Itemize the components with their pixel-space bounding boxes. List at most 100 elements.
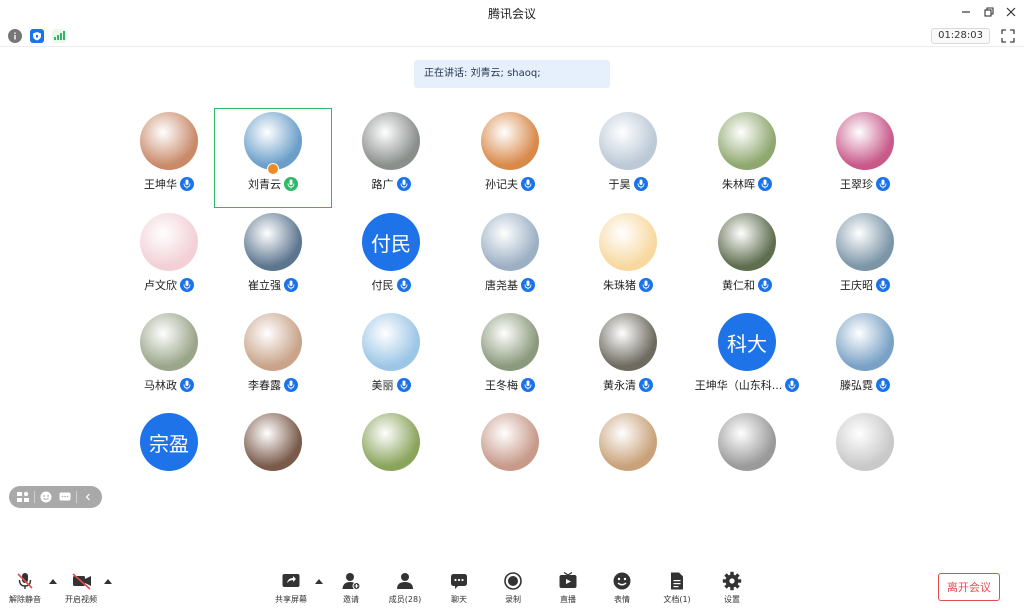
participant-name-row: 黄永清 xyxy=(569,377,687,393)
mic-icon xyxy=(785,378,800,392)
participant-name: 王翠珍 xyxy=(840,178,873,191)
participant-tile[interactable]: 黄仁和 xyxy=(688,209,806,309)
avatar xyxy=(836,213,894,271)
participant-tile[interactable] xyxy=(451,409,569,509)
mic-icon xyxy=(876,177,890,191)
participant-tile[interactable]: 孙记夫 xyxy=(451,108,569,208)
participant-name: 王庆昭 xyxy=(840,279,873,292)
participant-name-row: 于昊 xyxy=(569,176,687,192)
avatar xyxy=(140,112,198,170)
floating-view-toolbar xyxy=(9,486,102,508)
participant-name: 崔立强 xyxy=(248,279,281,292)
participant-tile[interactable]: 王坤华 xyxy=(110,108,228,208)
emoji-icon[interactable] xyxy=(38,489,54,505)
participant-tile[interactable]: 朱林晖 xyxy=(688,108,806,208)
participant-tile[interactable]: 于昊 xyxy=(569,108,687,208)
participant-tile[interactable] xyxy=(806,409,924,509)
layout-grid-icon[interactable] xyxy=(15,489,31,505)
settings-button[interactable]: 设置 xyxy=(709,571,755,607)
participant-name: 黄仁和 xyxy=(722,279,755,292)
speaking-mic-icon xyxy=(284,177,298,191)
fullscreen-icon[interactable] xyxy=(1000,28,1016,44)
live-stream-button[interactable]: 直播 xyxy=(545,571,591,607)
participant-tile[interactable] xyxy=(569,409,687,509)
avatar-initials: 付民 xyxy=(371,231,411,256)
participant-tile[interactable]: 朱珠猪 xyxy=(569,209,687,309)
participant-name: 美丽 xyxy=(371,379,394,392)
participant-tile[interactable]: 王冬梅 xyxy=(451,309,569,409)
leave-meeting-button[interactable]: 离开会议 xyxy=(938,573,1000,601)
participant-name: 黄永清 xyxy=(603,379,636,392)
avatar xyxy=(362,112,420,170)
avatar xyxy=(718,413,776,471)
participant-tile[interactable]: 唐尧基 xyxy=(451,209,569,309)
avatar xyxy=(599,213,657,271)
share-screen-button[interactable]: 共享屏幕 xyxy=(268,571,314,607)
live-stream-icon xyxy=(558,571,578,591)
window-title: 腾讯会议 xyxy=(487,7,536,21)
close-icon[interactable] xyxy=(1003,4,1019,20)
participant-tile[interactable]: 美丽 xyxy=(332,309,450,409)
participant-name: 李春露 xyxy=(248,379,281,392)
participant-tile[interactable]: 崔立强 xyxy=(214,209,332,309)
participant-tile[interactable]: 宗盈 xyxy=(110,409,228,509)
record-button[interactable]: 录制 xyxy=(490,571,536,607)
participant-name: 王坤华（山东科... xyxy=(694,379,783,392)
participant-name-row: 唐尧基 xyxy=(451,277,569,293)
chat-button[interactable]: 聊天 xyxy=(436,571,482,607)
chat-bubble-icon[interactable] xyxy=(57,489,73,505)
video-options-caret-icon[interactable] xyxy=(103,577,113,585)
participant-tile[interactable]: 卢文欣 xyxy=(110,209,228,309)
participant-tile[interactable]: 王庆昭 xyxy=(806,209,924,309)
avatar xyxy=(599,413,657,471)
participant-tile[interactable]: 路广 xyxy=(332,108,450,208)
minimize-icon[interactable] xyxy=(958,4,974,20)
members-button[interactable]: 成员(28) xyxy=(382,571,428,607)
collapse-chevron-icon[interactable] xyxy=(80,489,96,505)
video-off-icon xyxy=(71,571,91,591)
emoji-button[interactable]: 表情 xyxy=(599,571,645,607)
participant-name: 朱珠猪 xyxy=(603,279,636,292)
unmute-button[interactable]: 解除静音 xyxy=(2,571,48,607)
participant-name-row: 马林政 xyxy=(110,377,228,393)
participant-name: 王冬梅 xyxy=(485,379,518,392)
avatar xyxy=(718,213,776,271)
info-icon[interactable] xyxy=(8,29,22,43)
shield-icon[interactable] xyxy=(30,29,44,43)
participant-tile[interactable]: 马林政 xyxy=(110,309,228,409)
participant-tile[interactable]: 王翠珍 xyxy=(806,108,924,208)
restore-icon[interactable] xyxy=(981,4,997,20)
participant-tile[interactable]: 滕弘霓 xyxy=(806,309,924,409)
avatar xyxy=(599,313,657,371)
avatar: 科大 xyxy=(718,313,776,371)
participant-tile[interactable] xyxy=(332,409,450,509)
documents-button[interactable]: 文档(1) xyxy=(654,571,700,607)
participant-tile[interactable] xyxy=(688,409,806,509)
invite-button[interactable]: 邀请 xyxy=(328,571,374,607)
participant-tile[interactable]: 刘青云 xyxy=(214,108,332,208)
participant-name-row: 孙记夫 xyxy=(451,176,569,192)
avatar xyxy=(836,413,894,471)
mic-icon xyxy=(521,177,535,191)
mic-icon xyxy=(396,278,411,292)
participant-tile[interactable]: 付民 付民 xyxy=(332,209,450,309)
avatar xyxy=(140,313,198,371)
participant-tile[interactable]: 李春露 xyxy=(214,309,332,409)
participant-name: 马林政 xyxy=(144,379,177,392)
participant-name-row: 王坤华（山东科... xyxy=(688,377,806,393)
participant-name: 孙记夫 xyxy=(485,178,518,191)
signal-strength-icon[interactable] xyxy=(52,29,66,43)
share-options-caret-icon[interactable] xyxy=(314,577,324,585)
participant-name-row: 王庆昭 xyxy=(806,277,924,293)
document-icon xyxy=(667,571,687,591)
participant-name-row: 美丽 xyxy=(332,377,450,393)
participant-name-row: 王翠珍 xyxy=(806,176,924,192)
avatar xyxy=(481,413,539,471)
participant-tile[interactable]: 科大王坤华（山东科... xyxy=(688,309,806,409)
gear-icon xyxy=(722,571,742,591)
participant-tile[interactable]: 黄永清 xyxy=(569,309,687,409)
avatar xyxy=(362,413,420,471)
audio-options-caret-icon[interactable] xyxy=(48,577,58,585)
start-video-button[interactable]: 开启视频 xyxy=(58,571,104,607)
participant-tile[interactable] xyxy=(214,409,332,509)
